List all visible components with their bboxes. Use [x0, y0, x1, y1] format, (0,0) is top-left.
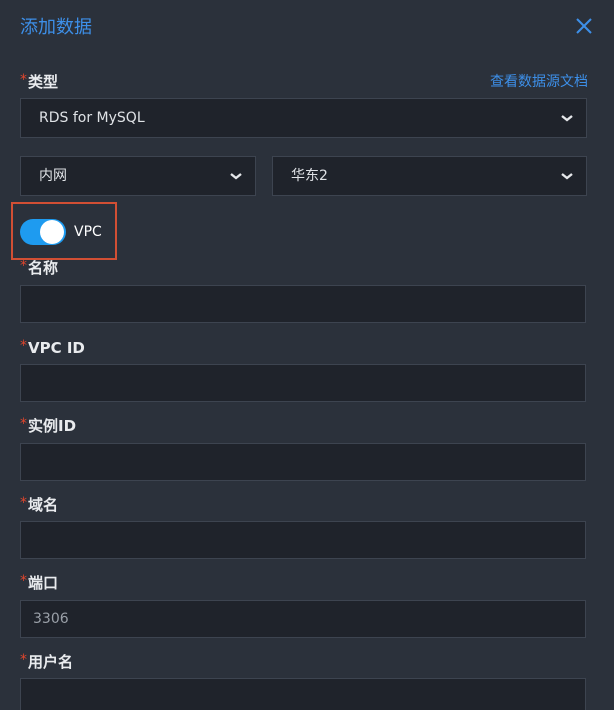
vpc-toggle-label: VPC [74, 224, 102, 240]
domain-label: *域名 [20, 495, 59, 514]
username-input[interactable] [20, 678, 586, 710]
type-label: *类型 [20, 72, 59, 91]
port-label: *端口 [20, 573, 59, 592]
network-select-value: 内网 [39, 168, 67, 184]
region-select-value: 华东2 [291, 168, 328, 184]
name-input[interactable] [20, 285, 586, 323]
toggle-knob [40, 220, 64, 244]
chevron-down-icon [561, 173, 573, 180]
domain-input[interactable] [20, 521, 586, 559]
dialog-title: 添加数据 [20, 17, 92, 38]
vpc-id-input[interactable] [20, 364, 586, 402]
chevron-down-icon [561, 115, 573, 122]
name-label: *名称 [20, 258, 59, 277]
vpc-toggle[interactable] [20, 219, 66, 245]
instance-id-label: *实例ID [20, 416, 77, 435]
required-mark: * [20, 72, 27, 88]
port-value: 3306 [33, 611, 69, 627]
vpc-id-label: *VPC ID [20, 338, 85, 357]
port-input[interactable]: 3306 [20, 600, 586, 638]
type-select-value: RDS for MySQL [39, 110, 145, 126]
type-select[interactable]: RDS for MySQL [20, 98, 587, 138]
network-select[interactable]: 内网 [20, 156, 256, 196]
view-datasource-docs-link[interactable]: 查看数据源文档 [490, 72, 588, 92]
username-label: *用户名 [20, 652, 74, 671]
chevron-down-icon [230, 173, 242, 180]
instance-id-input[interactable] [20, 443, 586, 481]
region-select[interactable]: 华东2 [272, 156, 587, 196]
close-icon[interactable] [574, 16, 594, 36]
add-data-dialog: 添加数据 *类型 查看数据源文档 RDS for MySQL 内网 华东2 VP… [0, 0, 614, 710]
